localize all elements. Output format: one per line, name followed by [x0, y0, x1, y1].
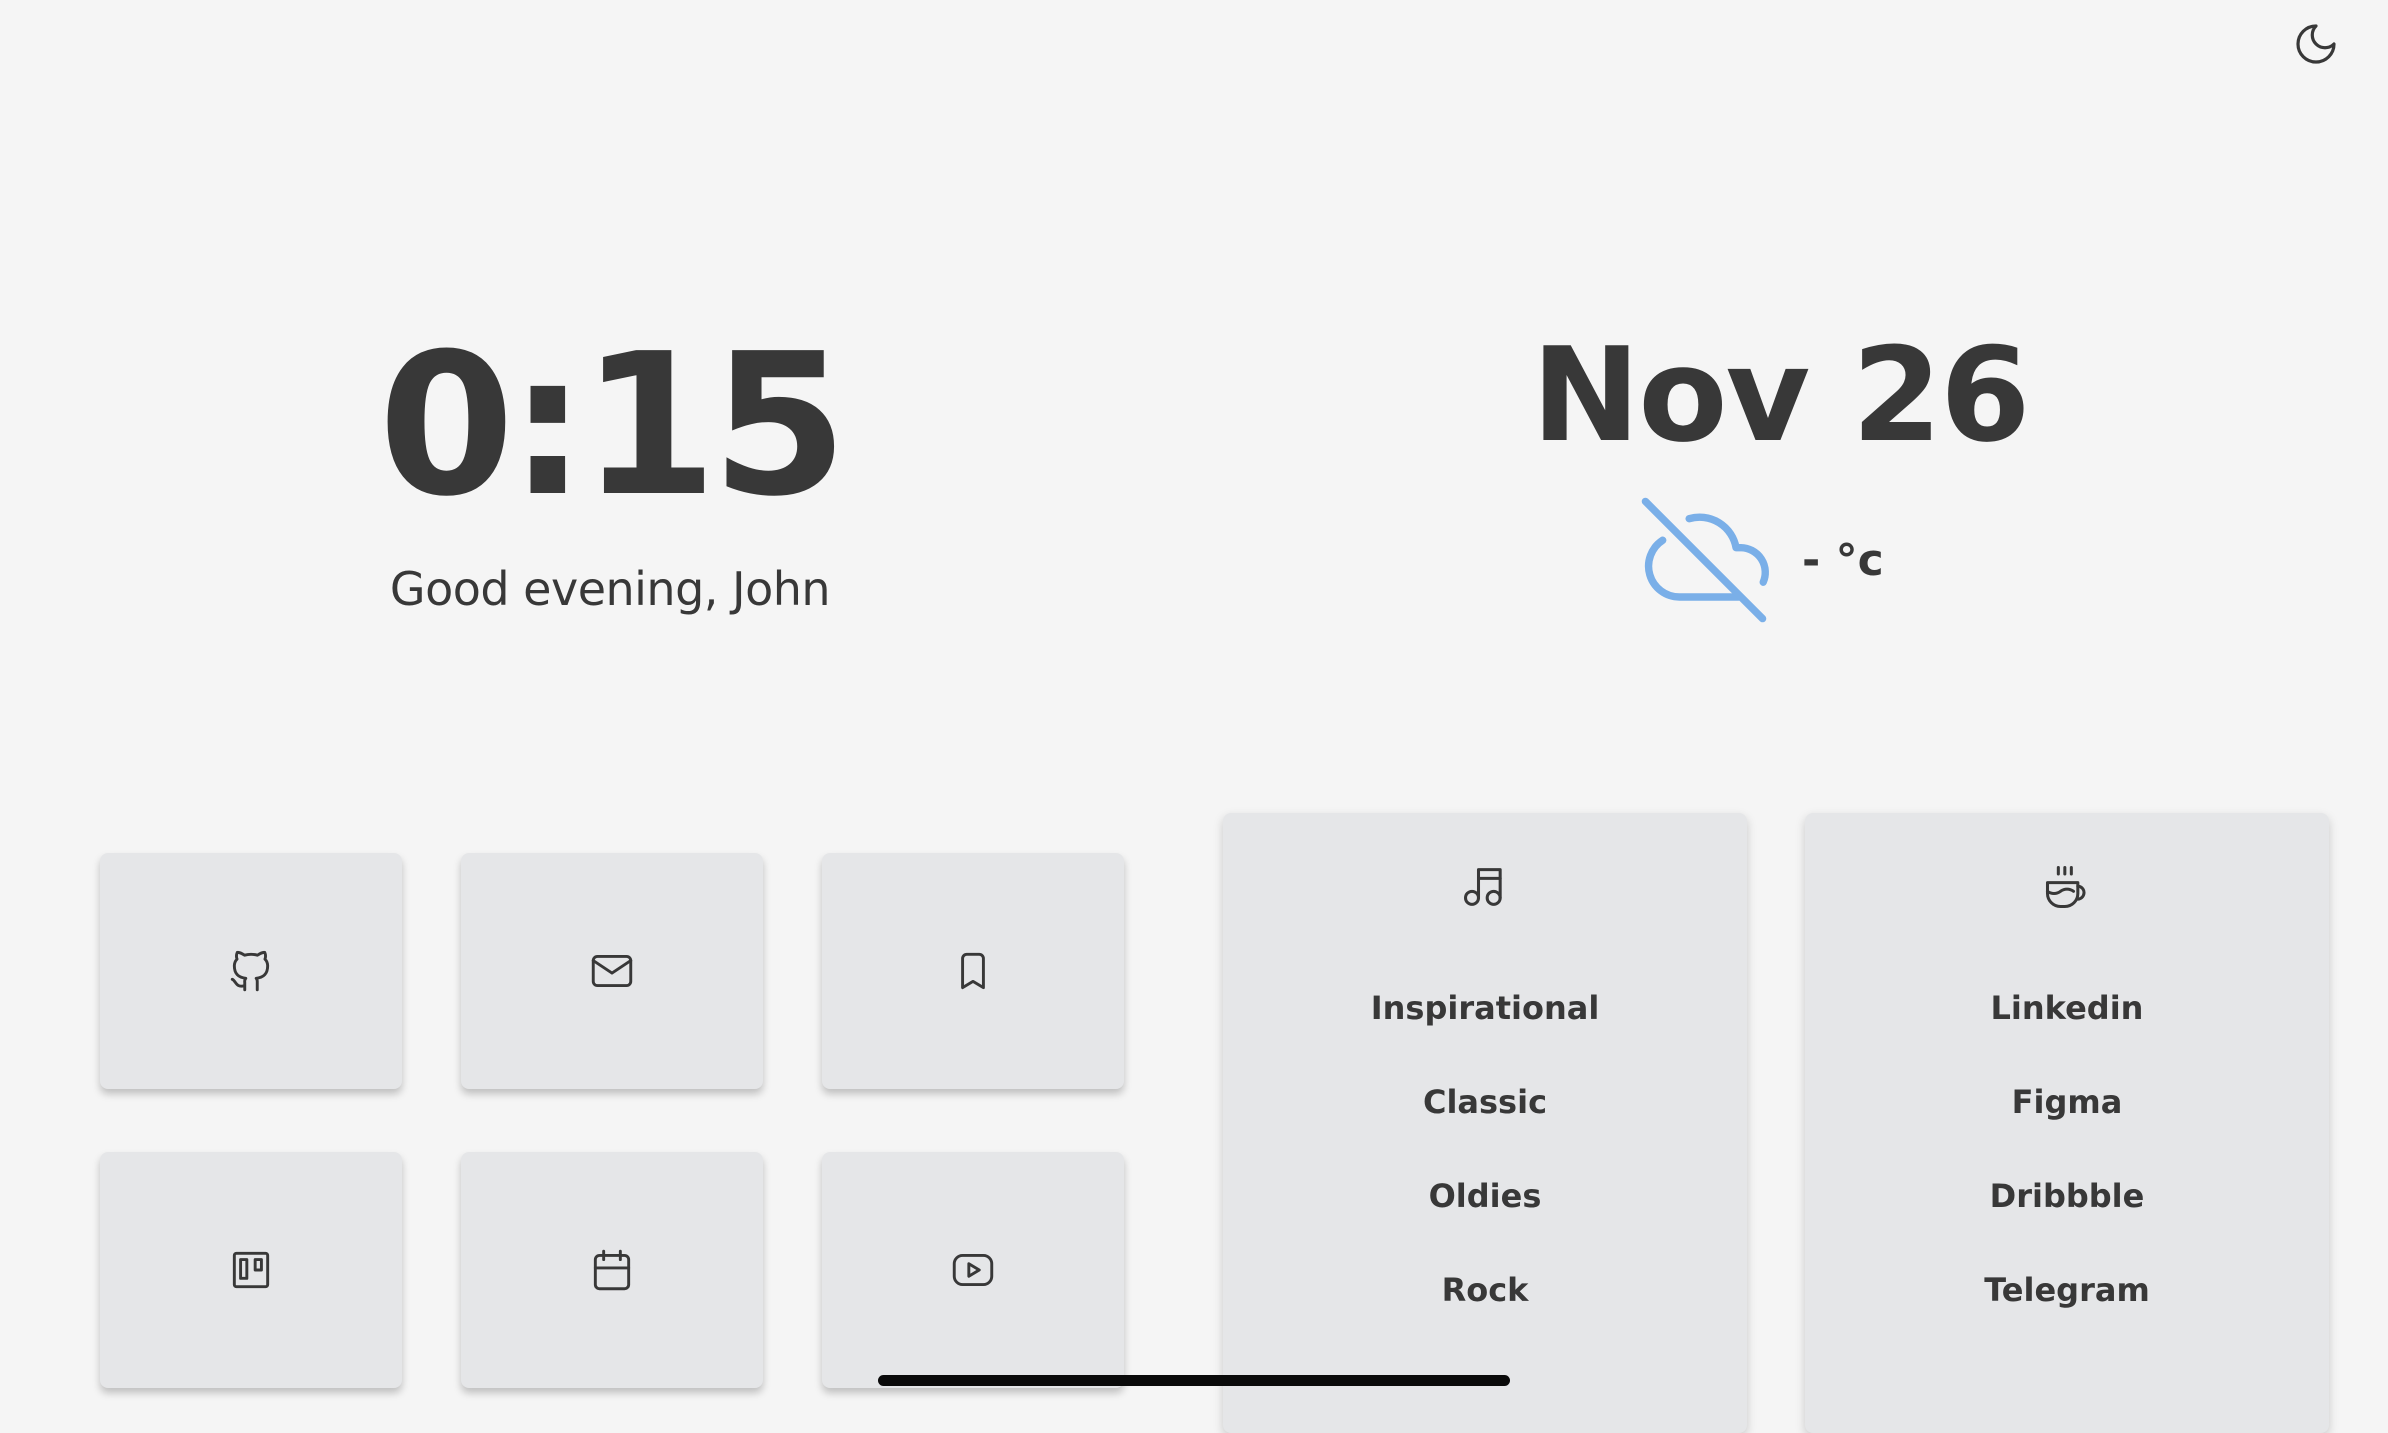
shortcut-youtube[interactable]: [822, 1152, 1124, 1388]
calendar-icon: [593, 1249, 631, 1291]
home-indicator[interactable]: [878, 1375, 1510, 1386]
weather-widget: - °c: [1630, 485, 1884, 635]
cloud-off-icon: [1641, 497, 1769, 623]
music-item-classic[interactable]: Classic: [1223, 1055, 1747, 1149]
date-widget: Nov 26: [1480, 330, 2080, 460]
link-item-figma[interactable]: Figma: [1805, 1055, 2329, 1149]
greeting-text: Good evening, John: [389, 562, 831, 616]
github-icon: [230, 950, 270, 992]
weather-temperature: - °c: [1802, 534, 1884, 586]
shortcut-trello[interactable]: [100, 1152, 402, 1388]
music-icon: [1463, 868, 1502, 906]
music-item-rock[interactable]: Rock: [1223, 1243, 1747, 1337]
music-item-inspirational[interactable]: Inspirational: [1223, 961, 1747, 1055]
music-item-oldies[interactable]: Oldies: [1223, 1149, 1747, 1243]
links-list-card: Linkedin Figma Dribbble Telegram: [1805, 813, 2329, 1433]
clock-time: 0:15: [378, 312, 848, 540]
link-item-linkedin[interactable]: Linkedin: [1805, 961, 2329, 1055]
shortcut-mail[interactable]: [461, 853, 763, 1089]
music-list-card: Inspirational Classic Oldies Rock: [1223, 813, 1747, 1433]
link-item-telegram[interactable]: Telegram: [1805, 1243, 2329, 1337]
shortcut-bookmark[interactable]: [822, 853, 1124, 1089]
clock-widget: 0:15 Good evening, John: [300, 300, 920, 616]
shortcut-calendar[interactable]: [461, 1152, 763, 1388]
trello-icon: [232, 1251, 270, 1289]
coffee-icon: [2045, 865, 2086, 909]
shortcut-github[interactable]: [100, 853, 402, 1089]
bookmark-icon: [961, 952, 985, 990]
moon-icon: [2296, 24, 2336, 64]
youtube-icon: [952, 1253, 994, 1287]
link-item-dribbble[interactable]: Dribbble: [1805, 1149, 2329, 1243]
date-text: Nov 26: [1531, 319, 2030, 471]
theme-toggle-button[interactable]: [2290, 18, 2342, 70]
mail-icon: [591, 954, 633, 988]
